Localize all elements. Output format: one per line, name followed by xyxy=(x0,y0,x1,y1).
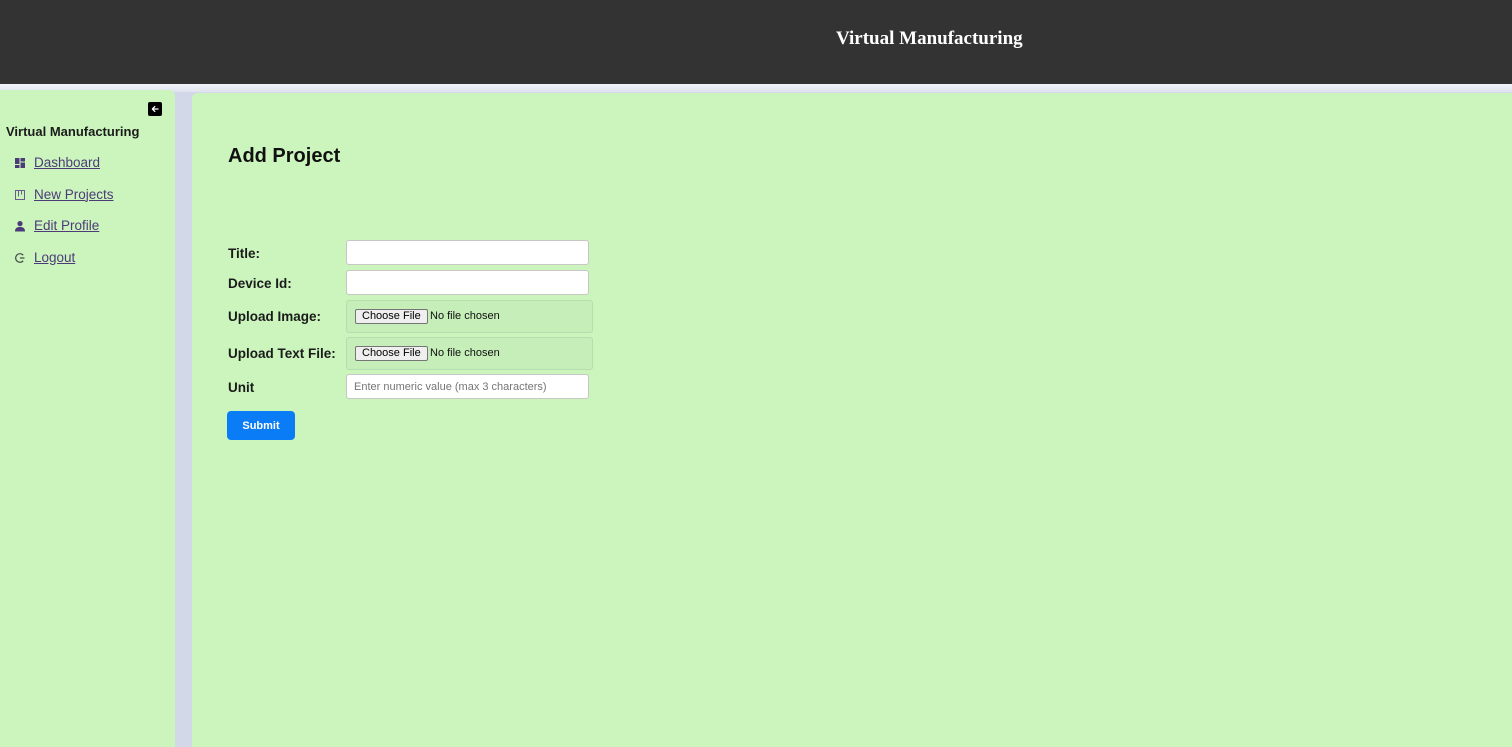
sidebar-item-label[interactable]: New Projects xyxy=(34,187,114,202)
device-id-input[interactable] xyxy=(346,270,589,295)
file-status-text: No file chosen xyxy=(430,310,500,322)
sidebar: Virtual Manufacturing Dashboard New Proj… xyxy=(0,90,175,747)
sidebar-item-label[interactable]: Logout xyxy=(34,250,75,265)
unit-label: Unit xyxy=(228,380,255,395)
title-input[interactable] xyxy=(346,240,589,265)
sidebar-item-label[interactable]: Edit Profile xyxy=(34,218,99,233)
sidebar-item-dashboard[interactable]: Dashboard xyxy=(14,152,100,172)
file-status-text: No file chosen xyxy=(430,347,500,359)
sidebar-title: Virtual Manufacturing xyxy=(6,124,140,139)
device-id-label: Device Id: xyxy=(228,276,292,291)
choose-file-button[interactable]: Choose File xyxy=(355,346,428,361)
page-title: Add Project xyxy=(228,145,341,167)
title-label: Title: xyxy=(228,246,261,261)
upload-text-file-field[interactable]: Choose File No file chosen xyxy=(346,337,593,370)
header-shadow-band xyxy=(0,84,1512,92)
sidebar-item-edit-profile[interactable]: Edit Profile xyxy=(14,215,99,235)
sidebar-item-label[interactable]: Dashboard xyxy=(34,155,100,170)
dashboard-icon xyxy=(14,156,26,168)
arrow-left-icon xyxy=(151,105,159,113)
logout-icon xyxy=(14,251,26,263)
upload-text-file-label: Upload Text File: xyxy=(228,346,336,361)
upload-image-field[interactable]: Choose File No file chosen xyxy=(346,300,593,333)
main-content: Add Project Title: Device Id: Upload Ima… xyxy=(192,93,1512,747)
user-icon xyxy=(14,219,26,232)
choose-file-button[interactable]: Choose File xyxy=(355,309,428,324)
unit-input[interactable] xyxy=(346,374,589,399)
sidebar-collapse-button[interactable] xyxy=(148,102,162,116)
header-title: Virtual Manufacturing xyxy=(836,28,1023,49)
submit-button[interactable]: Submit xyxy=(227,411,295,440)
top-header: Virtual Manufacturing xyxy=(0,0,1512,84)
sidebar-item-new-projects[interactable]: New Projects xyxy=(14,184,114,204)
sidebar-item-logout[interactable]: Logout xyxy=(14,247,75,267)
projects-icon xyxy=(14,188,26,200)
upload-image-label: Upload Image: xyxy=(228,309,322,324)
